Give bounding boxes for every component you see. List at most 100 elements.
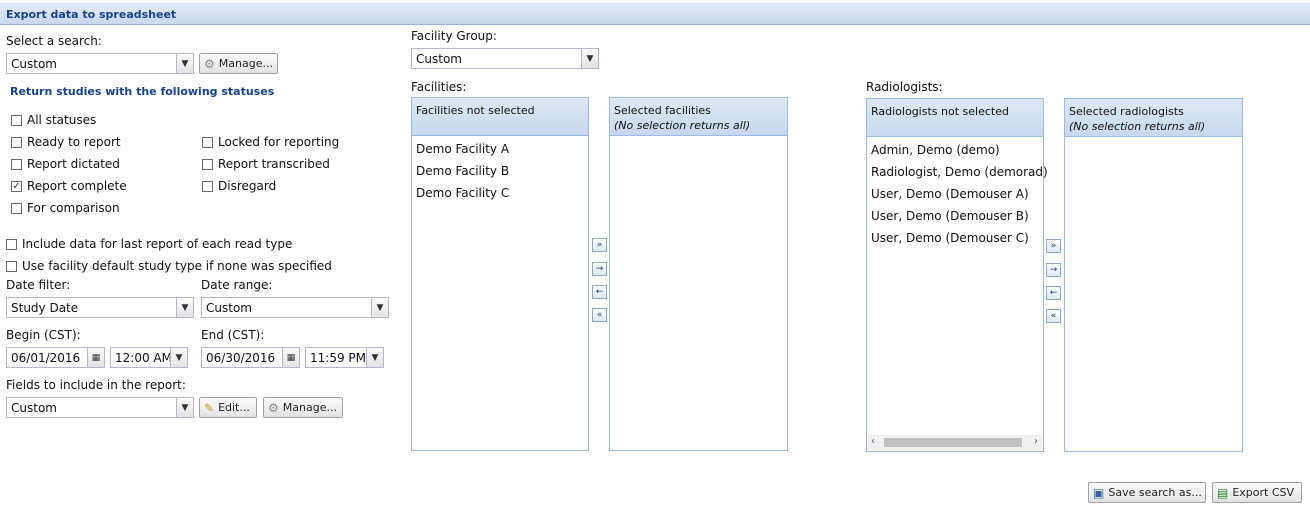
- facility-default-row[interactable]: Use facility default study type if none …: [6, 259, 332, 273]
- list-item[interactable]: Demo Facility B: [416, 164, 509, 178]
- remove-all-facilities-button[interactable]: «: [592, 308, 607, 322]
- chevron-down-icon[interactable]: ▼: [170, 348, 187, 367]
- horizontal-scrollbar[interactable]: ‹ ›: [868, 435, 1042, 450]
- status-dictated-label: Report dictated: [27, 157, 120, 171]
- status-locked-row[interactable]: Locked for reporting: [202, 135, 339, 149]
- status-locked-label: Locked for reporting: [218, 135, 340, 149]
- date-range-select[interactable]: Custom ▼: [201, 297, 389, 318]
- fields-select-value: Custom: [11, 401, 57, 415]
- search-select[interactable]: Custom ▼: [6, 53, 194, 74]
- radiologists-selected-panel: Selected radiologists (No selection retu…: [1064, 98, 1243, 452]
- export-csv-button[interactable]: ▤ Export CSV: [1212, 482, 1302, 503]
- chevron-down-icon[interactable]: ▼: [366, 348, 383, 367]
- facilities-selected-panel: Selected facilities (No selection return…: [609, 97, 788, 451]
- gear-icon: ⚙: [268, 400, 279, 415]
- chevron-down-icon[interactable]: ▼: [371, 298, 388, 317]
- add-all-facilities-button[interactable]: »: [592, 238, 607, 252]
- end-date-value: 06/30/2016: [206, 351, 276, 365]
- window-title: Export data to spreadsheet: [6, 8, 177, 21]
- status-dictated-checkbox[interactable]: [11, 158, 22, 170]
- facility-group-select[interactable]: Custom ▼: [411, 48, 599, 69]
- manage-fields-button[interactable]: ⚙ Manage...: [263, 397, 343, 418]
- manage-search-button[interactable]: ⚙ Manage...: [199, 53, 278, 74]
- radiologists-selected-title: Selected radiologists: [1069, 105, 1184, 118]
- arrow-right-icon: →: [1049, 264, 1058, 275]
- facilities-selected-note: (No selection returns all): [614, 119, 751, 132]
- begin-label: Begin (CST):: [6, 328, 81, 342]
- facilities-label: Facilities:: [411, 80, 467, 94]
- arrow-left-icon: ←: [1049, 287, 1058, 298]
- date-filter-label: Date filter:: [6, 278, 71, 292]
- chevron-down-icon[interactable]: ▼: [581, 49, 598, 68]
- status-disregard-checkbox[interactable]: [202, 180, 213, 192]
- include-last-checkbox[interactable]: [6, 238, 17, 250]
- status-dictated-row[interactable]: Report dictated: [11, 157, 120, 171]
- facility-default-checkbox[interactable]: [6, 260, 17, 272]
- calendar-icon[interactable]: ▦: [87, 348, 104, 367]
- begin-date-field[interactable]: 06/01/2016 ▦: [6, 347, 105, 368]
- end-date-field[interactable]: 06/30/2016 ▦: [201, 347, 300, 368]
- status-transcribed-row[interactable]: Report transcribed: [202, 157, 330, 171]
- add-radiologist-button[interactable]: →: [1046, 263, 1061, 277]
- list-item[interactable]: User, Demo (Demouser C): [871, 231, 1029, 245]
- add-all-radiologists-button[interactable]: »: [1046, 239, 1061, 253]
- chevron-down-icon[interactable]: ▼: [176, 298, 193, 317]
- status-comparison-checkbox[interactable]: [11, 202, 22, 214]
- end-time-select[interactable]: 11:59 PM ▼: [305, 347, 384, 368]
- list-item[interactable]: Radiologist, Demo (demorad): [871, 165, 1048, 179]
- status-complete-checkbox[interactable]: ✓: [11, 180, 22, 192]
- floppy-disk-icon: ▣: [1093, 485, 1105, 500]
- facility-default-label: Use facility default study type if none …: [22, 259, 332, 273]
- manage-fields-label: Manage...: [282, 401, 337, 414]
- save-search-button[interactable]: ▣ Save search as...: [1088, 482, 1206, 503]
- add-facility-button[interactable]: →: [592, 262, 607, 276]
- list-item[interactable]: User, Demo (Demouser A): [871, 187, 1029, 201]
- list-item[interactable]: Demo Facility A: [416, 142, 509, 156]
- begin-time-select[interactable]: 12:00 AM ▼: [110, 347, 188, 368]
- arrow-left-icon: ←: [595, 286, 604, 297]
- double-arrow-left-icon: «: [596, 309, 603, 320]
- chevron-down-icon[interactable]: ▼: [176, 54, 193, 73]
- date-filter-select[interactable]: Study Date ▼: [6, 297, 194, 318]
- calendar-icon[interactable]: ▦: [282, 348, 299, 367]
- remove-facility-button[interactable]: ←: [592, 285, 607, 299]
- status-transcribed-label: Report transcribed: [218, 157, 330, 171]
- facilities-selected-title: Selected facilities: [614, 104, 711, 117]
- status-ready-checkbox[interactable]: [11, 136, 22, 148]
- remove-radiologist-button[interactable]: ←: [1046, 286, 1061, 300]
- list-item[interactable]: User, Demo (Demouser B): [871, 209, 1029, 223]
- radiologists-label: Radiologists:: [866, 80, 943, 94]
- spreadsheet-icon: ▤: [1217, 485, 1229, 500]
- scrollbar-thumb[interactable]: [884, 438, 1022, 447]
- arrow-right-icon: →: [595, 263, 604, 274]
- status-transcribed-checkbox[interactable]: [202, 158, 213, 170]
- chevron-down-icon[interactable]: ▼: [176, 398, 193, 417]
- window-titlebar: Export data to spreadsheet: [0, 3, 1310, 25]
- facilities-selected-header: Selected facilities (No selection return…: [610, 98, 787, 136]
- fields-label: Fields to include in the report:: [6, 378, 186, 392]
- radiologists-selected-header: Selected radiologists (No selection retu…: [1065, 99, 1242, 137]
- status-all-row[interactable]: All statuses: [11, 113, 96, 127]
- status-ready-row[interactable]: Ready to report: [11, 135, 121, 149]
- radiologists-selected-note: (No selection returns all): [1069, 120, 1206, 133]
- status-all-checkbox[interactable]: [11, 114, 22, 126]
- status-all-label: All statuses: [27, 113, 97, 127]
- search-select-value: Custom: [11, 57, 57, 71]
- end-time-value: 11:59 PM: [310, 351, 366, 365]
- scroll-right-icon[interactable]: ›: [1034, 436, 1038, 447]
- statuses-heading: Return studies with the following status…: [10, 85, 275, 98]
- status-locked-checkbox[interactable]: [202, 136, 213, 148]
- include-last-row[interactable]: Include data for last report of each rea…: [6, 237, 292, 251]
- list-item[interactable]: Demo Facility C: [416, 186, 509, 200]
- edit-fields-label: Edit...: [218, 401, 250, 414]
- remove-all-radiologists-button[interactable]: «: [1046, 309, 1061, 323]
- fields-select[interactable]: Custom ▼: [6, 397, 194, 418]
- status-disregard-row[interactable]: Disregard: [202, 179, 276, 193]
- status-comparison-row[interactable]: For comparison: [11, 201, 120, 215]
- list-item[interactable]: Admin, Demo (demo): [871, 143, 1000, 157]
- facility-group-value: Custom: [416, 52, 462, 66]
- facilities-not-selected-header: Facilities not selected: [412, 98, 588, 136]
- scroll-left-icon[interactable]: ‹: [871, 436, 875, 447]
- status-complete-row[interactable]: ✓ Report complete: [11, 179, 127, 193]
- edit-fields-button[interactable]: ✎ Edit...: [199, 397, 257, 418]
